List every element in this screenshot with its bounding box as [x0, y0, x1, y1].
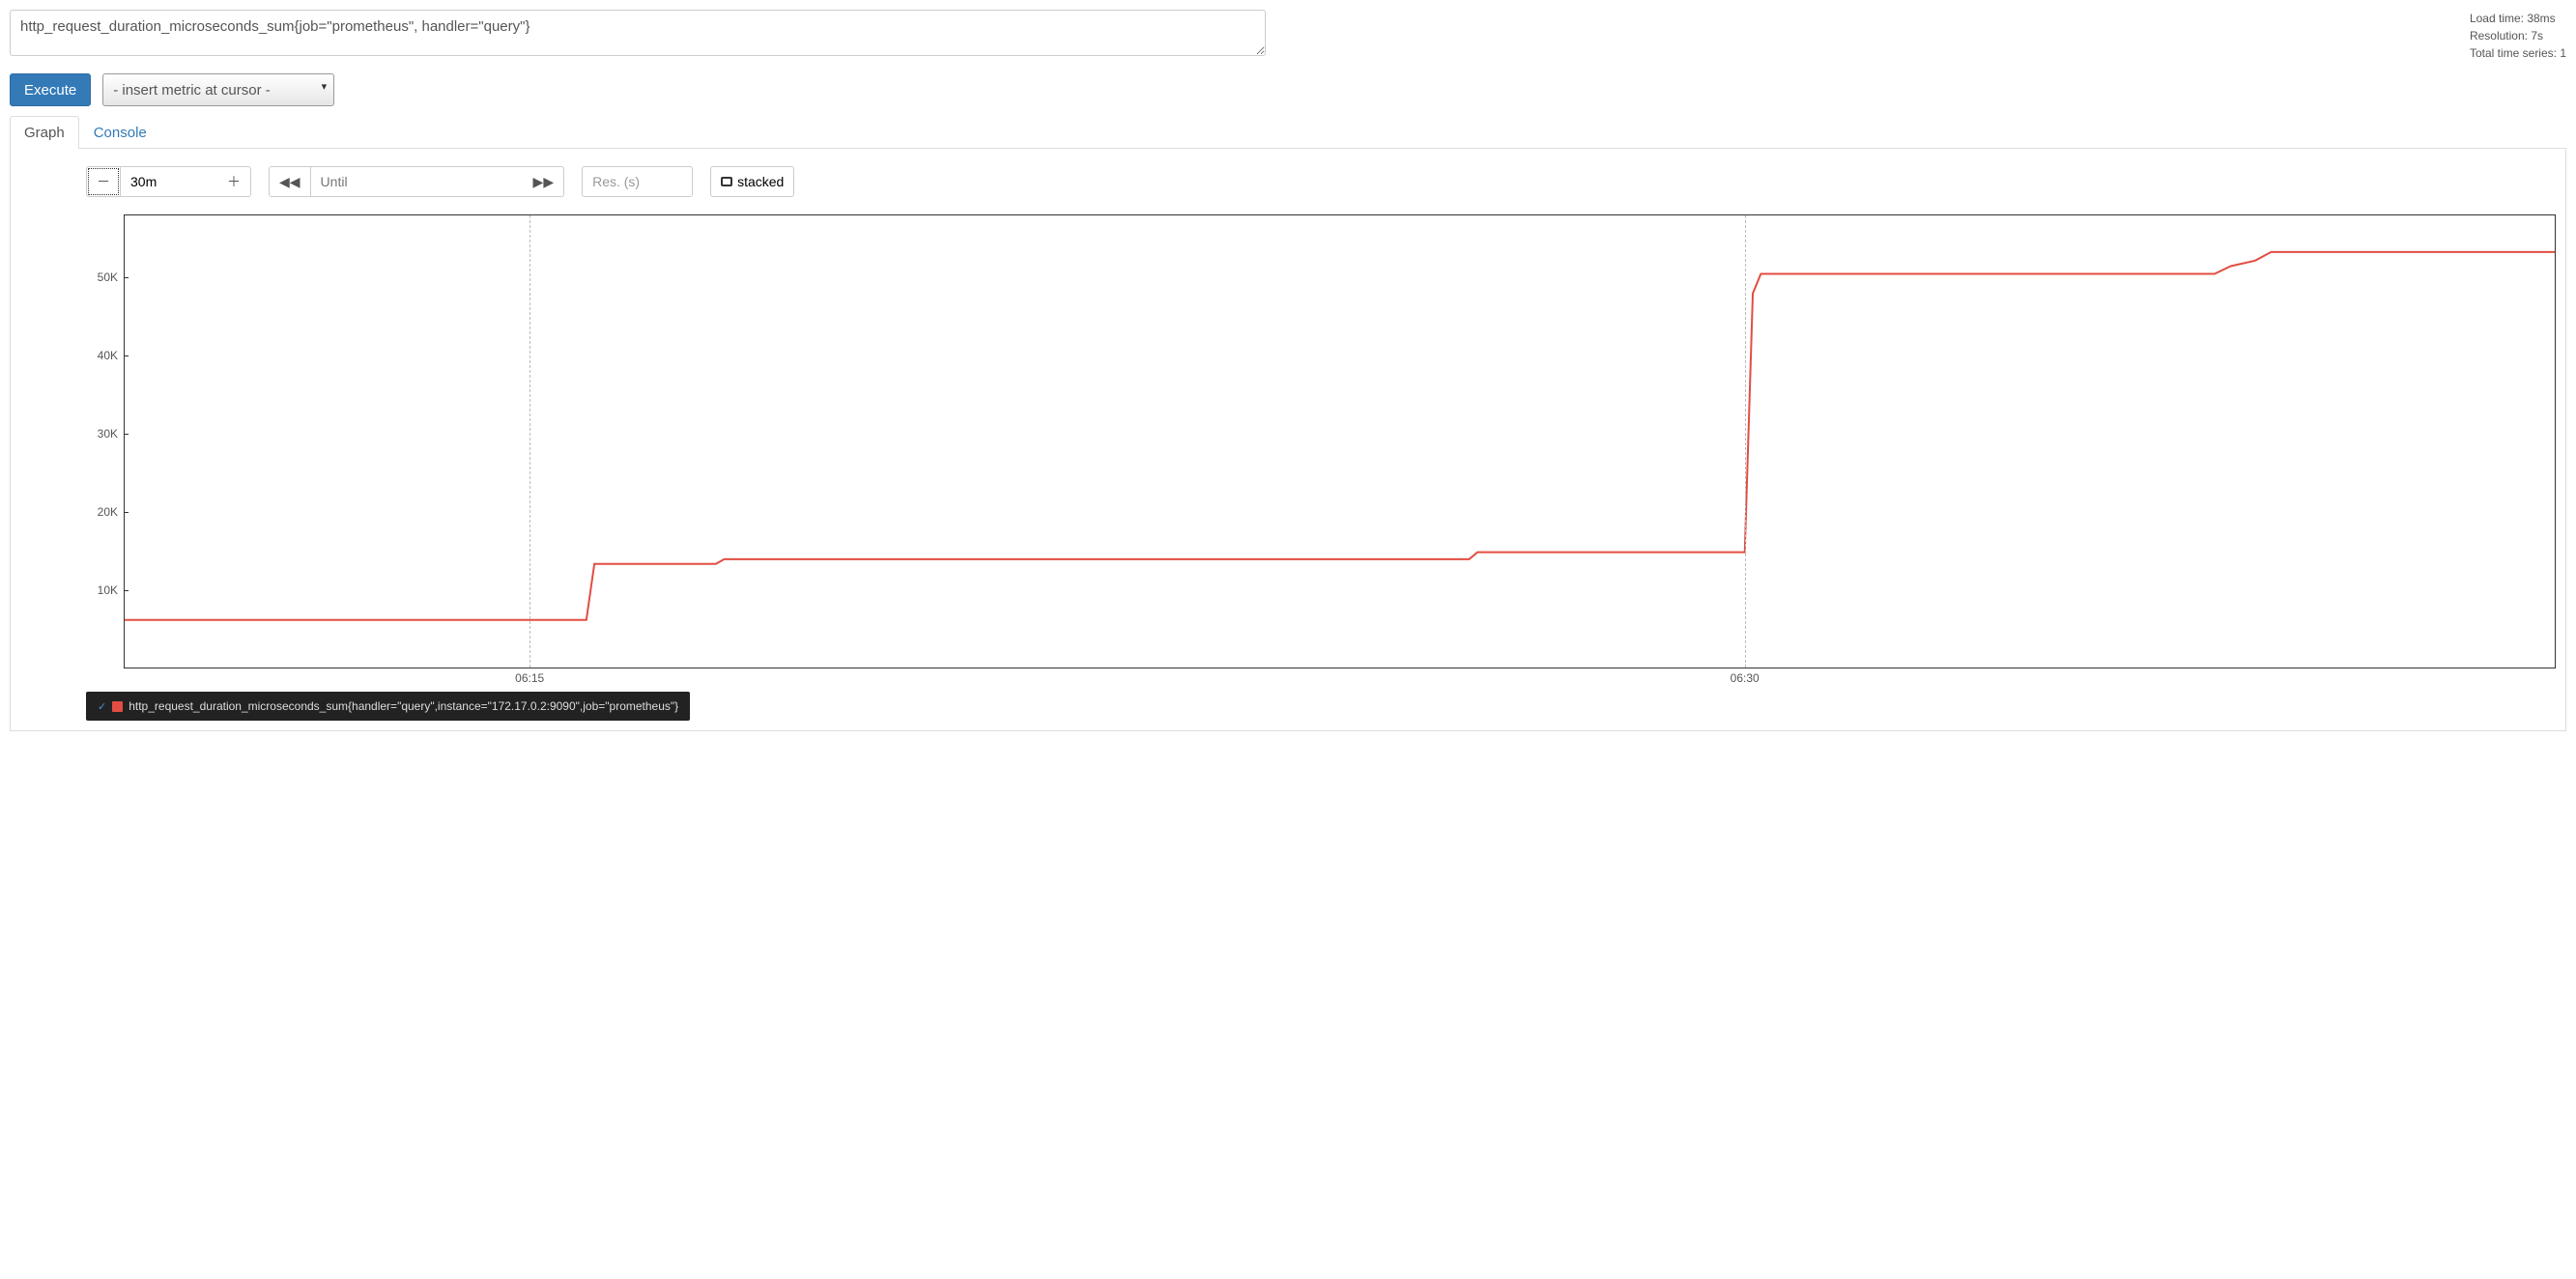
- series-line[interactable]: [125, 252, 2555, 620]
- plus-icon: ＋: [227, 172, 241, 191]
- stacked-icon: [721, 177, 732, 186]
- x-tick-label: 06:30: [1731, 671, 1760, 685]
- y-tick-label: 30K: [98, 427, 118, 441]
- until-group: ◀◀ ▶▶: [269, 166, 564, 197]
- load-time-label: Load time: 38ms: [2470, 10, 2566, 27]
- y-tick-label: 20K: [98, 505, 118, 519]
- minus-icon: －: [97, 172, 110, 191]
- x-tick-label: 06:15: [515, 671, 544, 685]
- expression-input[interactable]: http_request_duration_microseconds_sum{j…: [10, 10, 1266, 56]
- resolution-label: Resolution: 7s: [2470, 27, 2566, 44]
- range-input[interactable]: [121, 166, 217, 197]
- tab-console[interactable]: Console: [79, 116, 161, 149]
- legend-series-label[interactable]: http_request_duration_microseconds_sum{h…: [129, 699, 678, 713]
- grid-line: [1745, 215, 1746, 668]
- forward-icon: ▶▶: [533, 174, 555, 190]
- view-tabs: Graph Console: [10, 116, 2566, 149]
- stacked-toggle[interactable]: stacked: [710, 166, 794, 197]
- time-forward-button[interactable]: ▶▶: [524, 166, 565, 197]
- graph-panel: － ＋ ◀◀ ▶▶ stacked 10K20K30K40K50K 06:150…: [10, 149, 2566, 731]
- y-tick-label: 10K: [98, 583, 118, 597]
- plot-area[interactable]: 06:1506:30: [125, 214, 2556, 668]
- range-group: － ＋: [86, 166, 251, 197]
- check-icon: ✓: [98, 700, 106, 713]
- y-axis: 10K 20K 30K 40K 50K: [86, 214, 125, 668]
- query-stats: Load time: 38ms Resolution: 7s Total tim…: [2470, 10, 2566, 62]
- time-back-button[interactable]: ◀◀: [269, 166, 311, 197]
- metric-select[interactable]: - insert metric at cursor -: [102, 73, 334, 106]
- y-tick-label: 50K: [98, 270, 118, 284]
- range-decrease-button[interactable]: －: [86, 166, 121, 197]
- chart-area: 10K 20K 30K 40K 50K 06:1506:30: [86, 214, 2556, 668]
- tab-graph[interactable]: Graph: [10, 116, 79, 149]
- until-input[interactable]: [311, 166, 524, 197]
- y-tick-label: 40K: [98, 349, 118, 362]
- legend: ✓ http_request_duration_microseconds_sum…: [86, 692, 690, 721]
- range-increase-button[interactable]: ＋: [217, 166, 251, 197]
- resolution-input[interactable]: [582, 166, 693, 197]
- rewind-icon: ◀◀: [279, 174, 301, 190]
- execute-button[interactable]: Execute: [10, 73, 91, 106]
- stacked-label: stacked: [737, 174, 784, 189]
- legend-swatch[interactable]: [112, 701, 123, 712]
- total-series-label: Total time series: 1: [2470, 44, 2566, 62]
